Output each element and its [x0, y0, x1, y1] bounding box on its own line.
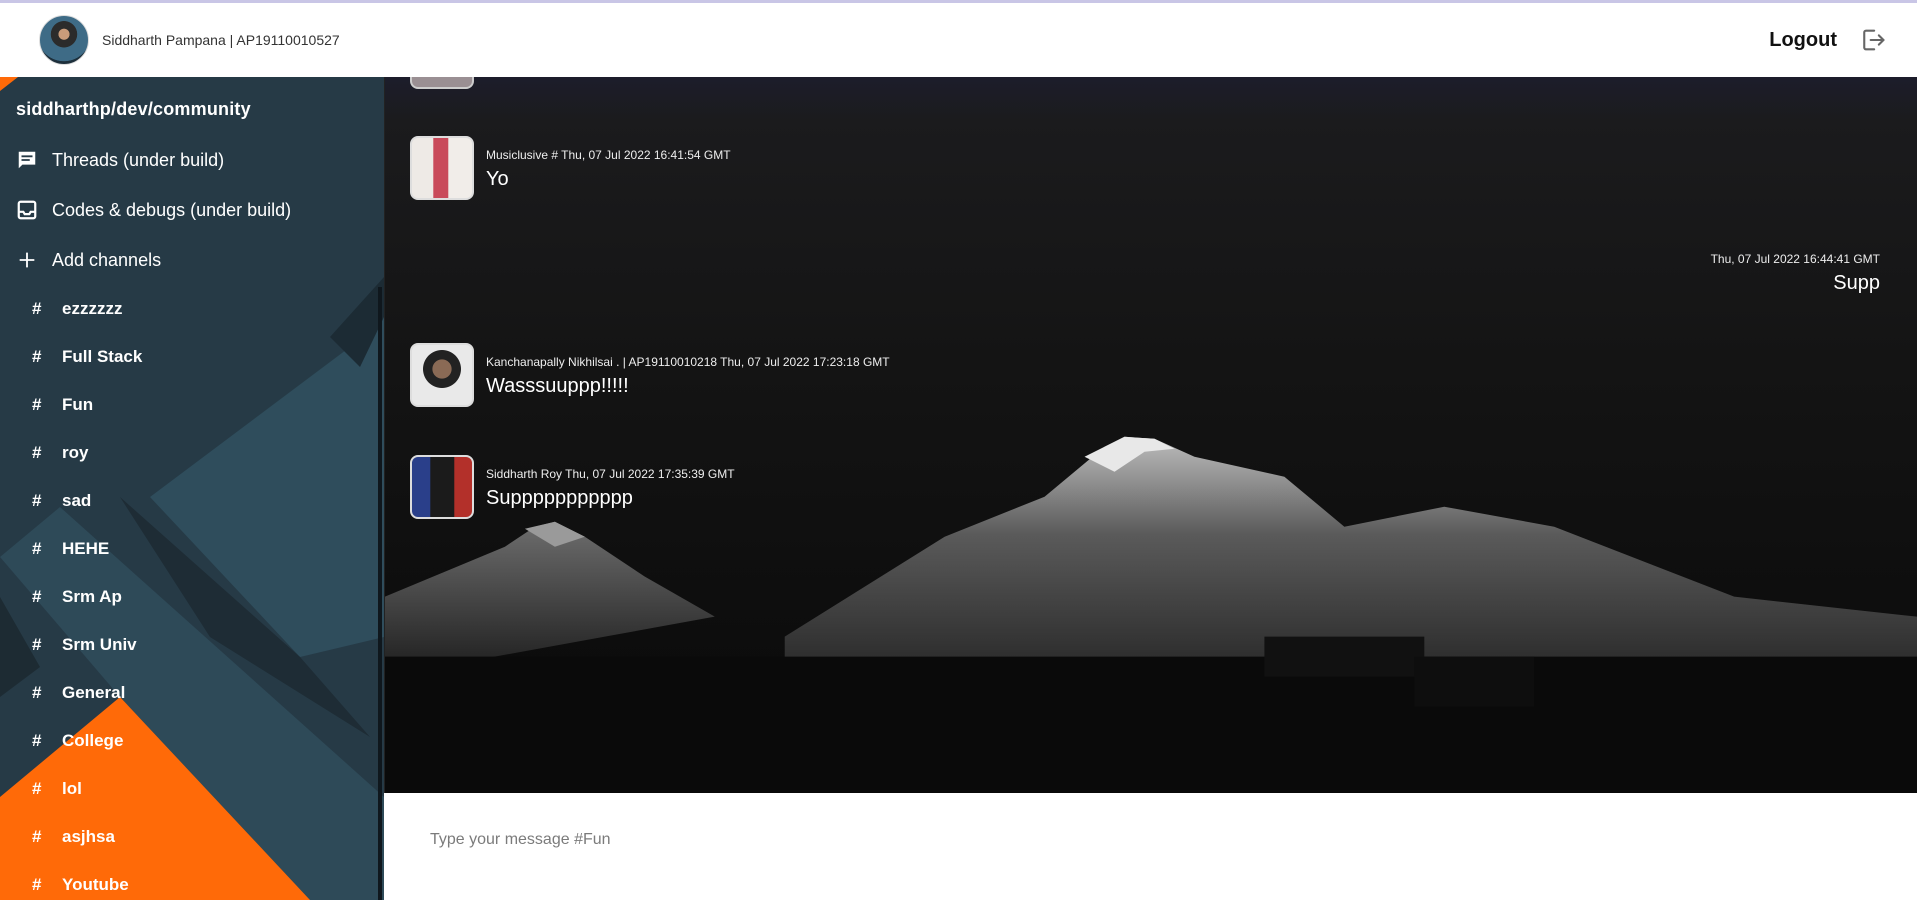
- channel-label: roy: [62, 443, 89, 462]
- channel-label: sad: [62, 491, 92, 510]
- message-text: Wasssuuppp!!!!!: [486, 375, 629, 397]
- message-input[interactable]: [430, 825, 1830, 855]
- hash-icon: #: [32, 779, 42, 798]
- brand-title: siddharthp/dev/community: [16, 99, 251, 119]
- channel-item[interactable]: # roy: [0, 429, 384, 477]
- avatar[interactable]: [410, 343, 474, 407]
- inbox-icon: [16, 199, 38, 221]
- message-meta: Siddharth Roy Thu, 07 Jul 2022 17:35:39 …: [486, 467, 735, 481]
- sidebar: siddharthp/dev/community Threads (under …: [0, 77, 384, 900]
- message-text: Suppppppppppp: [486, 487, 633, 509]
- channel-label: ezzzzzz: [62, 299, 123, 318]
- message-item-own: Thu, 07 Jul 2022 16:44:41 GMT Supp: [1711, 252, 1880, 295]
- channel-item[interactable]: # General: [0, 669, 384, 717]
- message-composer: [384, 793, 1917, 900]
- hash-icon: #: [32, 299, 42, 318]
- hash-icon: #: [32, 875, 42, 894]
- channel-item[interactable]: # lol: [0, 765, 384, 813]
- channel-label: General: [62, 683, 126, 702]
- nav-add-channels[interactable]: Add channels: [0, 235, 384, 285]
- hash-icon: #: [32, 395, 42, 414]
- channel-label: Fun: [62, 395, 94, 414]
- message-item: Kanchanapally Nikhilsai . | AP1911001021…: [410, 343, 890, 407]
- hash-icon: #: [32, 347, 42, 366]
- message-item: Siddharth Roy Thu, 07 Jul 2022 17:35:39 …: [410, 455, 735, 519]
- message-meta: Thu, 07 Jul 2022 16:44:41 GMT: [1710, 252, 1880, 266]
- channel-label: HEHE: [62, 539, 110, 558]
- avatar[interactable]: [410, 136, 474, 200]
- nav-label: Codes & debugs (under build): [52, 199, 292, 220]
- hash-icon: #: [32, 491, 42, 510]
- user-info: Siddharth Pampana | AP19110010527: [39, 15, 340, 65]
- user-name: Siddharth Pampana | AP19110010527: [102, 32, 340, 48]
- channel-item[interactable]: # asjhsa: [0, 813, 384, 861]
- nav-threads[interactable]: Threads (under build): [0, 135, 384, 185]
- channel-item[interactable]: # sad: [0, 477, 384, 525]
- channel-item[interactable]: # Full Stack: [0, 333, 384, 381]
- hash-icon: #: [32, 827, 42, 846]
- hash-icon: #: [32, 635, 42, 654]
- hash-icon: #: [32, 539, 42, 558]
- hash-icon: #: [32, 587, 42, 606]
- channel-item[interactable]: # Srm Ap: [0, 573, 384, 621]
- message-item: Musiclusive # Thu, 07 Jul 2022 16:41:54 …: [410, 136, 731, 200]
- avatar[interactable]: [39, 15, 89, 65]
- channel-label: asjhsa: [62, 827, 115, 846]
- chat-panel[interactable]: Musiclusive # Thu, 07 Jul 2022 16:41:54 …: [384, 77, 1917, 793]
- plus-icon: [16, 249, 38, 271]
- channel-list: # ezzzzzz # Full Stack # Fun # roy # sad # HEH…: [0, 285, 384, 900]
- channel-item[interactable]: # College: [0, 717, 384, 765]
- channel-item[interactable]: # ezzzzzz: [0, 285, 384, 333]
- channel-label: College: [62, 731, 124, 750]
- channel-label: Youtube: [62, 875, 129, 894]
- hash-icon: #: [32, 443, 42, 462]
- top-bar: Siddharth Pampana | AP19110010527 Logout: [0, 0, 1917, 77]
- channel-label: Srm Univ: [62, 635, 137, 654]
- nav-label: Threads (under build): [52, 149, 225, 170]
- logout-button[interactable]: Logout: [1769, 26, 1887, 54]
- hash-icon: #: [32, 731, 42, 750]
- message-meta: Kanchanapally Nikhilsai . | AP1911001021…: [486, 355, 890, 369]
- message-meta: Musiclusive # Thu, 07 Jul 2022 16:41:54 …: [486, 148, 731, 162]
- channel-item[interactable]: # HEHE: [0, 525, 384, 573]
- channel-label: Srm Ap: [62, 587, 122, 606]
- avatar: [410, 77, 474, 89]
- logout-icon: [1859, 26, 1887, 54]
- nav-label: Add channels: [52, 249, 162, 270]
- channel-item[interactable]: # Fun: [0, 381, 384, 429]
- channel-label: lol: [62, 779, 82, 798]
- avatar[interactable]: [410, 455, 474, 519]
- channel-item[interactable]: # Srm Univ: [0, 621, 384, 669]
- channel-item[interactable]: # Youtube: [0, 861, 384, 900]
- message-text: Yo: [486, 168, 509, 190]
- logout-label: Logout: [1769, 28, 1837, 51]
- channel-label: Full Stack: [62, 347, 143, 366]
- nav-codes-debugs[interactable]: Codes & debugs (under build): [0, 185, 384, 235]
- message-text: Supp: [1833, 272, 1880, 294]
- hash-icon: #: [32, 683, 42, 702]
- chat-icon: [16, 149, 38, 171]
